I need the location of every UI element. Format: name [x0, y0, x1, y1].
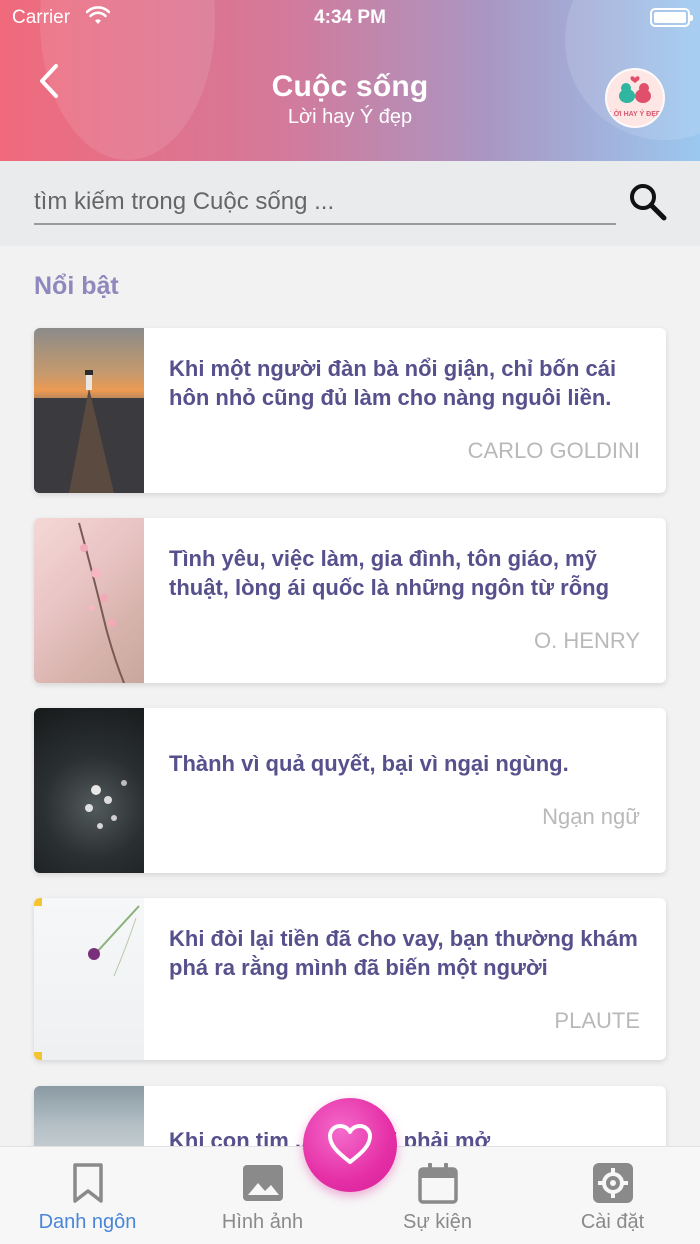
- quote-image: [34, 708, 144, 873]
- page-title: Cuộc sống: [271, 70, 429, 103]
- tab-label: Danh ngôn: [38, 1211, 137, 1233]
- tab-label: Cài đặt: [580, 1211, 645, 1233]
- quote-card[interactable]: Khi đòi lại tiền đã cho vay, bạn thường …: [34, 898, 666, 1060]
- quote-image: [34, 328, 144, 493]
- search-bar: [0, 161, 700, 246]
- quote-author: O. HENRY: [534, 628, 640, 653]
- logo-text: LỜI HAY Ý ĐẸP: [609, 111, 661, 118]
- quote-text: Khi một người đàn bà nổi giận, chỉ bốn c…: [169, 356, 617, 410]
- quote-author: Ngạn ngữ: [542, 804, 640, 829]
- search-button[interactable]: [626, 180, 670, 224]
- quote-author: PLAUTE: [554, 1008, 640, 1033]
- gear-icon: [593, 1163, 633, 1203]
- page-title-block: Cuộc sống Lời hay Ý đẹp: [0, 70, 700, 129]
- love-birds-icon: [619, 76, 651, 103]
- quote-image: [34, 518, 144, 683]
- page-subtitle: Lời hay Ý đẹp: [287, 106, 413, 128]
- calendar-icon: [418, 1163, 458, 1204]
- tab-cai-dat[interactable]: Cài đặt: [525, 1147, 700, 1244]
- quote-card[interactable]: Thành vì quả quyết, bại vì ngại ngùng. N…: [34, 708, 666, 873]
- battery-icon: [650, 8, 693, 27]
- app-logo: LỜI HAY Ý ĐẸP: [605, 68, 665, 128]
- quote-text: Khi đòi lại tiền đã cho vay, bạn thường …: [169, 926, 638, 980]
- tab-label: Sự kiện: [403, 1211, 472, 1233]
- quote-card[interactable]: Khi một người đàn bà nổi giận, chỉ bốn c…: [34, 328, 666, 493]
- search-icon: [630, 184, 667, 221]
- quote-card[interactable]: Tình yêu, việc làm, gia đình, tôn giáo, …: [34, 518, 666, 683]
- quote-text: Tình yêu, việc làm, gia đình, tôn giáo, …: [169, 546, 610, 600]
- clock: 4:34 PM: [314, 7, 386, 28]
- tab-label: Hình ảnh: [221, 1211, 304, 1233]
- image-icon: [243, 1165, 283, 1201]
- heart-icon: [328, 1124, 372, 1164]
- search-input[interactable]: [34, 181, 616, 225]
- tab-danh-ngon[interactable]: Danh ngôn: [0, 1147, 175, 1244]
- status-bar: Carrier 4:34 PM: [0, 0, 700, 36]
- favorite-button[interactable]: [303, 1098, 397, 1192]
- quote-text: Thành vì quả quyết, bại vì ngại ngùng.: [169, 751, 569, 776]
- quote-image: [34, 898, 144, 1060]
- app-header: Carrier 4:34 PM Cuộc sống Lời hay Ý đẹp …: [0, 0, 700, 161]
- section-title: Nổi bật: [34, 272, 119, 300]
- quote-author: CARLO GOLDINI: [467, 438, 640, 463]
- bookmark-icon: [73, 1163, 103, 1203]
